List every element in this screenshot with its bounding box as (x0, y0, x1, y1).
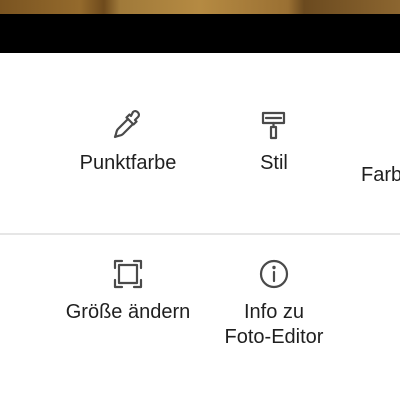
options-sheet: seffe Punktfarbe Stil Farb pie ern (0, 53, 400, 400)
partial-option-right-row1[interactable]: Farb (361, 154, 400, 188)
paint-roller-icon (257, 108, 291, 142)
partial-option-label: Farb (361, 164, 400, 186)
partial-option-label: seffe (0, 163, 40, 188)
partial-option-left-row2: pie ern (0, 303, 27, 353)
partial-option-line2: ern (0, 328, 27, 353)
resize-frame-icon (111, 257, 145, 291)
about-photo-editor-label: Info zu Foto-Editor (224, 301, 324, 348)
photo-preview-strip (0, 0, 400, 14)
style-label: Stil (260, 152, 288, 174)
partial-option-line1: pie (0, 303, 27, 328)
eyedropper-icon (111, 108, 145, 142)
style-option[interactable]: Stil (194, 108, 354, 176)
resize-label: Größe ändern (65, 301, 191, 323)
top-black-bar (0, 14, 400, 53)
about-photo-editor-option[interactable]: Info zu Foto-Editor (194, 257, 354, 350)
spot-color-label: Punktfarbe (79, 152, 177, 174)
partial-option-left-row1: seffe (0, 154, 40, 188)
resize-option[interactable]: Größe ändern (48, 257, 208, 325)
row-divider (0, 233, 400, 235)
spot-color-option[interactable]: Punktfarbe (48, 108, 208, 176)
info-circle-icon (257, 257, 291, 291)
